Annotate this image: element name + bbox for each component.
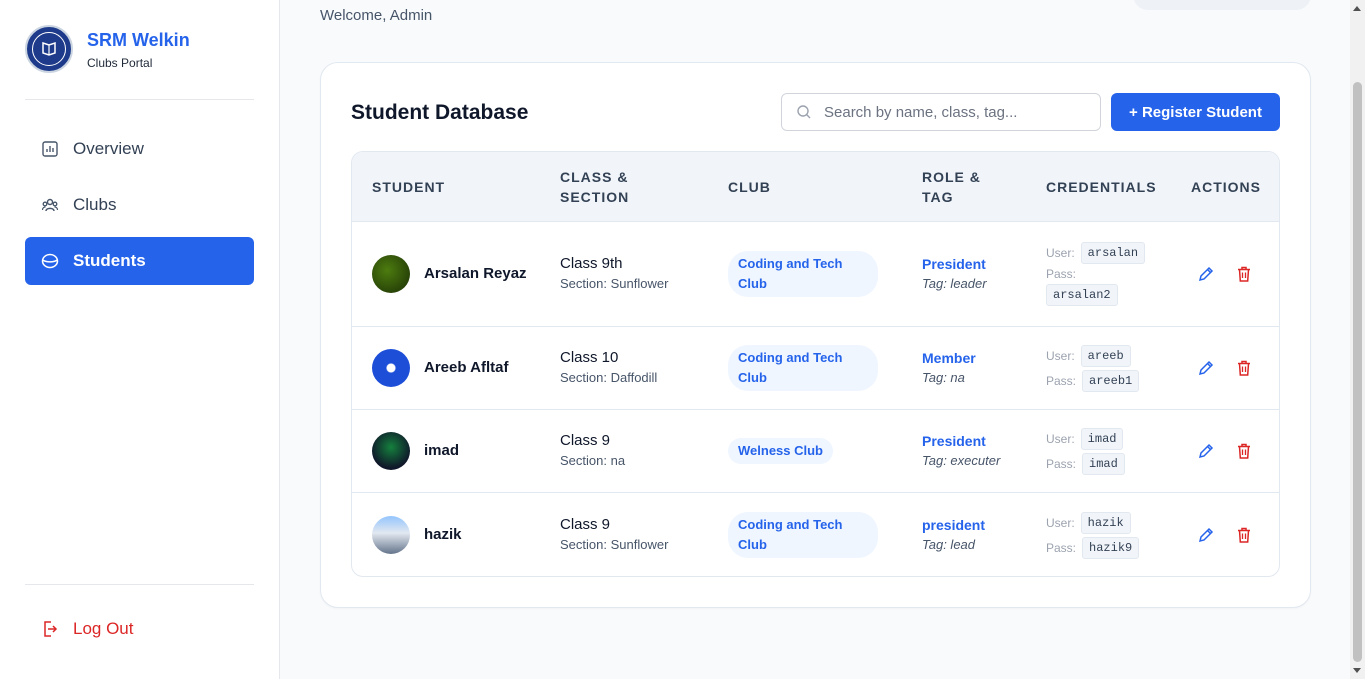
student-name: Areeb Afltaf (424, 359, 509, 376)
student-name: hazik (424, 526, 462, 543)
edit-icon[interactable] (1197, 265, 1215, 283)
trash-icon[interactable] (1235, 359, 1253, 377)
users-icon (41, 198, 59, 212)
column-header-role: ROLE & TAG (922, 169, 981, 205)
tag-text: Tag: na (922, 370, 965, 385)
page-title: Student Database (351, 101, 529, 124)
avatar (372, 432, 410, 470)
column-header-credentials: CREDENTIALS (1046, 179, 1157, 195)
edit-icon[interactable] (1197, 526, 1215, 544)
club-badge: Coding and Tech Club (728, 345, 878, 391)
pass-label: Pass: (1046, 456, 1077, 471)
role-text: President (922, 433, 986, 449)
class-name: Class 9 (560, 516, 611, 533)
sidebar-item-label: Overview (73, 139, 144, 158)
scroll-down-arrow-icon[interactable] (1353, 668, 1361, 673)
trash-icon[interactable] (1235, 526, 1253, 544)
search-box[interactable] (781, 93, 1101, 131)
table-row: hazik Class 9 Section: Sunflower Coding … (352, 493, 1279, 576)
sidebar-divider-top (25, 99, 254, 100)
tag-text: Tag: executer (922, 453, 1001, 468)
club-badge: Coding and Tech Club (728, 251, 878, 297)
pass-label: Pass: (1046, 540, 1077, 555)
user-label: User: (1046, 348, 1075, 363)
sidebar-nav: Overview Clubs Students (25, 125, 254, 293)
avatar (372, 516, 410, 554)
page-scrollbar[interactable] (1350, 0, 1365, 679)
student-database-card: Student Database + Register Student STUD… (320, 62, 1311, 608)
password-code: imad (1082, 452, 1125, 475)
table-header: STUDENT CLASS & SECTION CLUB ROLE & TAG … (352, 152, 1279, 222)
brand-subtitle: Clubs Portal (87, 56, 153, 70)
register-student-button[interactable]: + Register Student (1111, 93, 1280, 131)
password-code: hazik9 (1082, 536, 1140, 559)
table-row: Areeb Afltaf Class 10 Section: Daffodill… (352, 327, 1279, 410)
sidebar-item-overview[interactable]: Overview (25, 125, 254, 173)
logout-label: Log Out (73, 619, 134, 638)
sidebar-item-label: Students (73, 251, 146, 270)
student-table: STUDENT CLASS & SECTION CLUB ROLE & TAG … (351, 151, 1280, 577)
user-label: User: (1046, 515, 1075, 530)
pass-label: Pass: (1046, 373, 1077, 388)
user-label: User: (1046, 431, 1075, 446)
role-text: president (922, 517, 986, 533)
school-crest-logo (25, 25, 73, 73)
brand-title: SRM Welkin (87, 30, 190, 50)
class-name: Class 10 (560, 349, 619, 366)
student-name: Arsalan Reyaz (424, 265, 527, 282)
password-code: arsalan2 (1046, 284, 1118, 306)
column-header-club: CLUB (728, 179, 771, 195)
username-code: imad (1080, 427, 1124, 450)
sidebar-divider-bottom (25, 584, 254, 585)
scroll-thumb[interactable] (1353, 82, 1362, 662)
sidebar: SRM Welkin Clubs Portal Overview Clubs S… (0, 0, 280, 679)
table-row: imad Class 9 Section: na Welness Club Pr… (352, 410, 1279, 493)
sidebar-item-label: Clubs (73, 195, 117, 214)
sidebar-item-clubs[interactable]: Clubs (25, 181, 254, 229)
username-code: areeb (1080, 344, 1131, 367)
column-header-class: CLASS & SECTION (560, 169, 630, 205)
column-header-student: STUDENT (372, 179, 446, 195)
scroll-up-arrow-icon[interactable] (1353, 6, 1361, 11)
class-name: Class 9 (560, 432, 611, 449)
student-cap-icon (41, 253, 59, 269)
student-name: imad (424, 442, 460, 459)
username-code: hazik (1080, 511, 1131, 534)
logout-button[interactable]: Log Out (25, 605, 254, 653)
edit-icon[interactable] (1197, 442, 1215, 460)
edit-icon[interactable] (1197, 359, 1215, 377)
sidebar-item-students[interactable]: Students (25, 237, 254, 285)
section-name: Section: Sunflower (560, 537, 669, 552)
user-label: User: (1046, 246, 1075, 260)
tag-text: Tag: leader (922, 276, 987, 291)
search-icon (797, 105, 811, 119)
welcome-text: Welcome, Admin (320, 7, 433, 24)
search-input[interactable] (824, 103, 1084, 121)
club-badge: Coding and Tech Club (728, 512, 878, 558)
pass-label: Pass: (1046, 267, 1077, 281)
trash-icon[interactable] (1235, 265, 1253, 283)
user-menu-pill[interactable] (1133, 0, 1311, 10)
club-badge: Welness Club (728, 438, 834, 464)
avatar (372, 349, 410, 387)
brand[interactable]: SRM Welkin Clubs Portal (25, 25, 190, 73)
logout-icon (44, 621, 58, 637)
avatar (372, 255, 410, 293)
class-name: Class 9th (560, 255, 623, 272)
table-row: Arsalan Reyaz Class 9th Section: Sunflow… (352, 222, 1279, 327)
role-text: President (922, 256, 986, 272)
column-header-actions: ACTIONS (1191, 179, 1261, 195)
role-text: Member (922, 350, 976, 366)
section-name: Section: na (560, 453, 626, 468)
chart-icon (42, 141, 58, 157)
section-name: Section: Daffodill (560, 370, 658, 385)
password-code: areeb1 (1082, 369, 1140, 392)
username-code: arsalan (1080, 242, 1146, 264)
section-name: Section: Sunflower (560, 276, 669, 291)
tag-text: Tag: lead (922, 537, 976, 552)
trash-icon[interactable] (1235, 442, 1253, 460)
